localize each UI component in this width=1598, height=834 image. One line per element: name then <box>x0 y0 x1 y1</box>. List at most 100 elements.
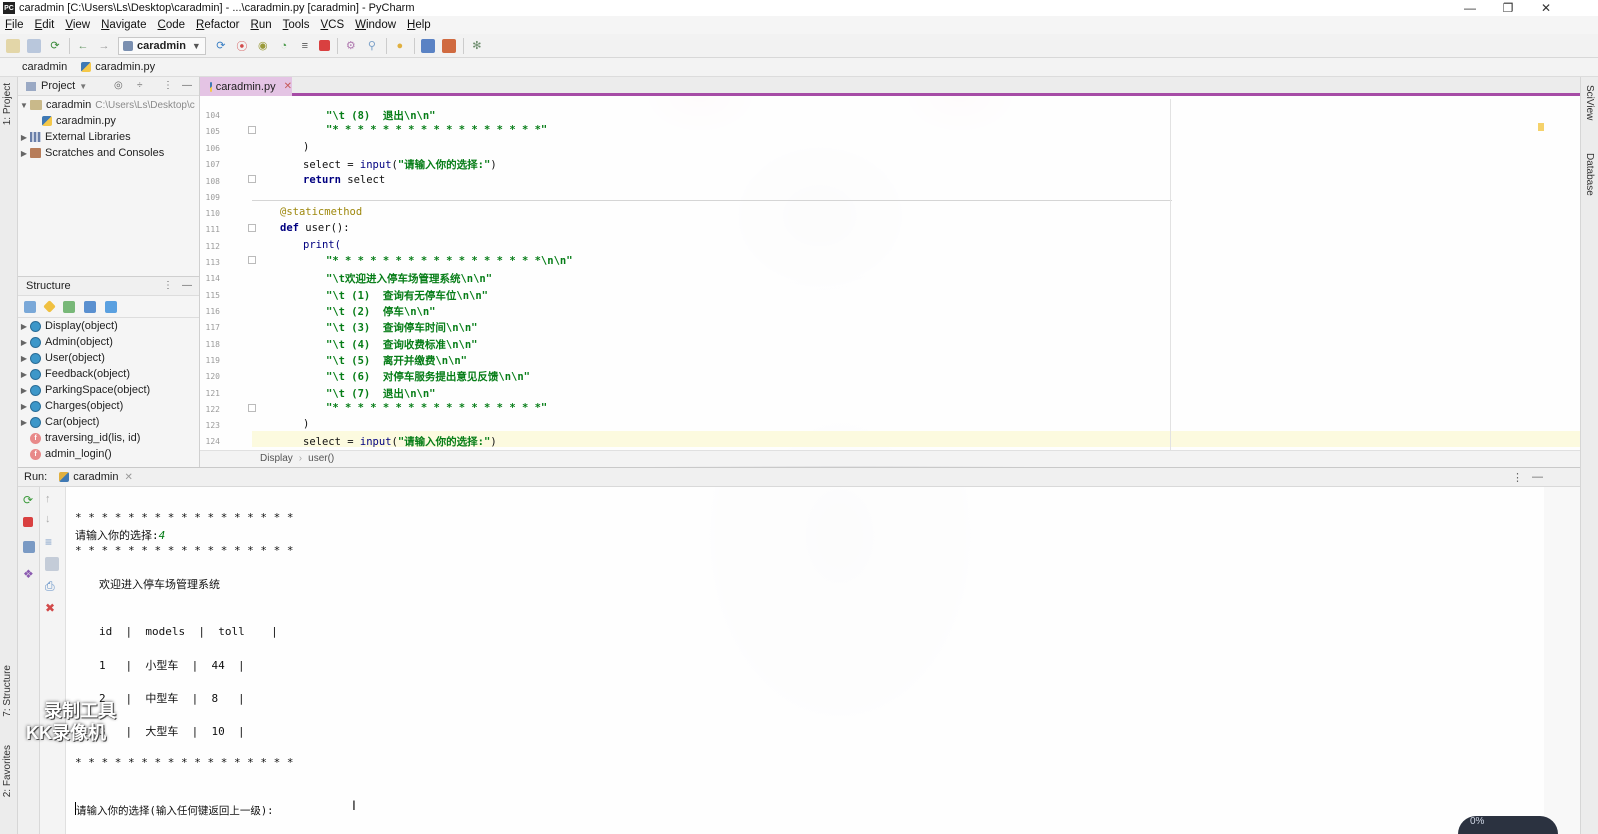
structure-item[interactable]: f traversing_id(lis, id) <box>18 430 199 446</box>
hide-panel-icon[interactable]: — <box>182 80 192 91</box>
forward-icon[interactable]: → <box>97 39 111 53</box>
run-console[interactable]: * * * * * * * * * * * * * * * * * 请输入你的选… <box>66 487 1544 834</box>
project-tool-tab[interactable]: 1: Project <box>2 83 13 125</box>
structure-item[interactable]: ▶ Car(object) <box>18 414 199 430</box>
maximize-button[interactable]: ❐ <box>1490 0 1526 16</box>
pin-icon[interactable]: ❖ <box>23 567 35 581</box>
database-tool-tab[interactable]: Database <box>1584 153 1595 196</box>
sciview-tool-tab[interactable]: SciView <box>1584 85 1595 120</box>
rerun-icon[interactable]: ⟳ <box>23 493 35 507</box>
structure-item[interactable]: ▶ ParkingSpace(object) <box>18 382 199 398</box>
collapse-icon[interactable]: ÷ <box>137 80 143 91</box>
nav-project[interactable]: caradmin <box>22 61 67 73</box>
tree-scratches[interactable]: ▶ Scratches and Consoles <box>18 145 199 161</box>
run-tab-caradmin[interactable]: caradmin ✕ <box>59 471 133 483</box>
save-icon[interactable] <box>27 38 41 53</box>
tree-root-caradmin[interactable]: ▼ caradmin C:\Users\Ls\Desktop\c <box>18 97 199 113</box>
console-scrollbar[interactable] <box>1544 487 1580 834</box>
up-arrow-icon[interactable]: ↑ <box>45 493 57 505</box>
structure-tool-tab[interactable]: 7: Structure <box>2 665 13 717</box>
options-icon[interactable]: ⋮ <box>163 280 173 291</box>
fold-marker-icon[interactable] <box>248 224 256 232</box>
menu-file[interactable]: File <box>5 19 24 31</box>
translate-icon[interactable] <box>420 38 435 53</box>
options-icon[interactable]: ⋮ <box>1512 471 1523 484</box>
menu-view[interactable]: View <box>65 19 90 31</box>
chevron-right-icon[interactable]: ▶ <box>18 354 30 363</box>
trash-icon[interactable]: ✖ <box>45 601 57 615</box>
breadcrumb-class[interactable]: Display <box>260 453 293 464</box>
menu-tools[interactable]: Tools <box>283 19 310 31</box>
concurrency-icon[interactable]: ≡ <box>298 39 312 53</box>
chevron-right-icon[interactable]: ▶ <box>18 133 30 142</box>
python-console-icon[interactable]: ● <box>393 39 407 53</box>
menu-code[interactable]: Code <box>158 19 186 31</box>
close-icon[interactable]: ✕ <box>125 472 133 483</box>
minimize-button[interactable]: — <box>1452 0 1488 16</box>
fold-marker-icon[interactable] <box>248 256 256 264</box>
menu-vcs[interactable]: VCS <box>320 19 344 31</box>
autoscroll-to-source-icon[interactable] <box>84 300 96 313</box>
tree-external-libraries[interactable]: ▶ External Libraries <box>18 129 199 145</box>
print-icon[interactable]: ⎙ <box>45 579 57 593</box>
structure-item[interactable]: ▶ User(object) <box>18 350 199 366</box>
profile-icon[interactable]: ◔ <box>277 39 291 53</box>
editor-tab-caradmin[interactable]: caradmin.py ✕ <box>200 77 292 96</box>
chevron-right-icon[interactable]: ▶ <box>18 402 30 411</box>
code-area[interactable]: 104 105 106 107 108 109 110 111 112 113 … <box>200 99 1580 450</box>
structure-item[interactable]: f admin_login() <box>18 446 199 462</box>
hide-panel-icon[interactable]: — <box>1532 471 1543 483</box>
chevron-right-icon[interactable]: ▶ <box>18 149 30 158</box>
soft-wrap-icon[interactable]: ≡ <box>45 535 57 549</box>
close-button[interactable]: ✕ <box>1528 0 1564 16</box>
fold-marker-icon[interactable] <box>248 175 256 183</box>
restore-layout-icon[interactable] <box>23 541 35 553</box>
sort-icon[interactable] <box>24 300 36 313</box>
plugin-icon[interactable]: ✻ <box>470 39 484 53</box>
project-panel-title[interactable]: Project <box>41 80 75 92</box>
menu-run[interactable]: Run <box>251 19 272 31</box>
translate-replace-icon[interactable] <box>441 38 456 53</box>
structure-item[interactable]: ▶ Feedback(object) <box>18 366 199 382</box>
fold-marker-icon[interactable] <box>248 126 256 134</box>
chevron-right-icon[interactable]: ▶ <box>18 338 30 347</box>
menu-edit[interactable]: Edit <box>35 19 55 31</box>
breadcrumb-method[interactable]: user() <box>308 453 334 464</box>
run-config-selector[interactable]: caradmin ▼ <box>118 36 206 55</box>
stop-icon[interactable] <box>23 517 33 527</box>
debug-icon[interactable]: ⦿ <box>235 39 249 53</box>
structure-item[interactable]: ▶ Display(object) <box>18 318 199 334</box>
close-icon[interactable]: ✕ <box>284 81 292 92</box>
options-icon[interactable]: ⋮ <box>163 80 173 91</box>
scroll-to-end-icon[interactable] <box>45 557 59 571</box>
coverage-icon[interactable]: ◉ <box>256 39 270 53</box>
menu-window[interactable]: Window <box>355 19 396 31</box>
target-icon[interactable]: ◎ <box>114 80 123 91</box>
autoscroll-from-source-icon[interactable] <box>105 300 117 313</box>
fold-marker-icon[interactable] <box>248 404 256 412</box>
stop-icon[interactable] <box>318 40 330 51</box>
settings-icon[interactable]: ⚙ <box>344 39 358 53</box>
hide-panel-icon[interactable]: — <box>182 280 192 291</box>
chevron-down-icon[interactable]: ▼ <box>18 101 30 110</box>
menu-help[interactable]: Help <box>407 19 431 31</box>
back-icon[interactable]: ← <box>76 39 90 53</box>
structure-item[interactable]: ▶ Admin(object) <box>18 334 199 350</box>
down-arrow-icon[interactable]: ↓ <box>45 513 57 525</box>
open-folder-icon[interactable] <box>6 38 20 53</box>
menu-navigate[interactable]: Navigate <box>101 19 146 31</box>
rerun-icon[interactable]: ⟳ <box>214 39 228 53</box>
chevron-down-icon[interactable]: ▼ <box>79 82 87 91</box>
show-inherited-icon[interactable] <box>63 300 75 313</box>
menu-refactor[interactable]: Refactor <box>196 19 239 31</box>
favorites-tool-tab[interactable]: 2: Favorites <box>2 745 13 797</box>
chevron-right-icon[interactable]: ▶ <box>18 418 30 427</box>
sync-icon[interactable]: ⟳ <box>48 39 62 53</box>
chevron-right-icon[interactable]: ▶ <box>18 386 30 395</box>
tree-file-caradmin[interactable]: caradmin.py <box>18 113 199 129</box>
chevron-right-icon[interactable]: ▶ <box>18 322 30 331</box>
structure-item[interactable]: ▶ Charges(object) <box>18 398 199 414</box>
chevron-right-icon[interactable]: ▶ <box>18 370 30 379</box>
search-icon[interactable]: ⚲ <box>365 39 379 53</box>
show-fields-icon[interactable] <box>43 300 56 313</box>
